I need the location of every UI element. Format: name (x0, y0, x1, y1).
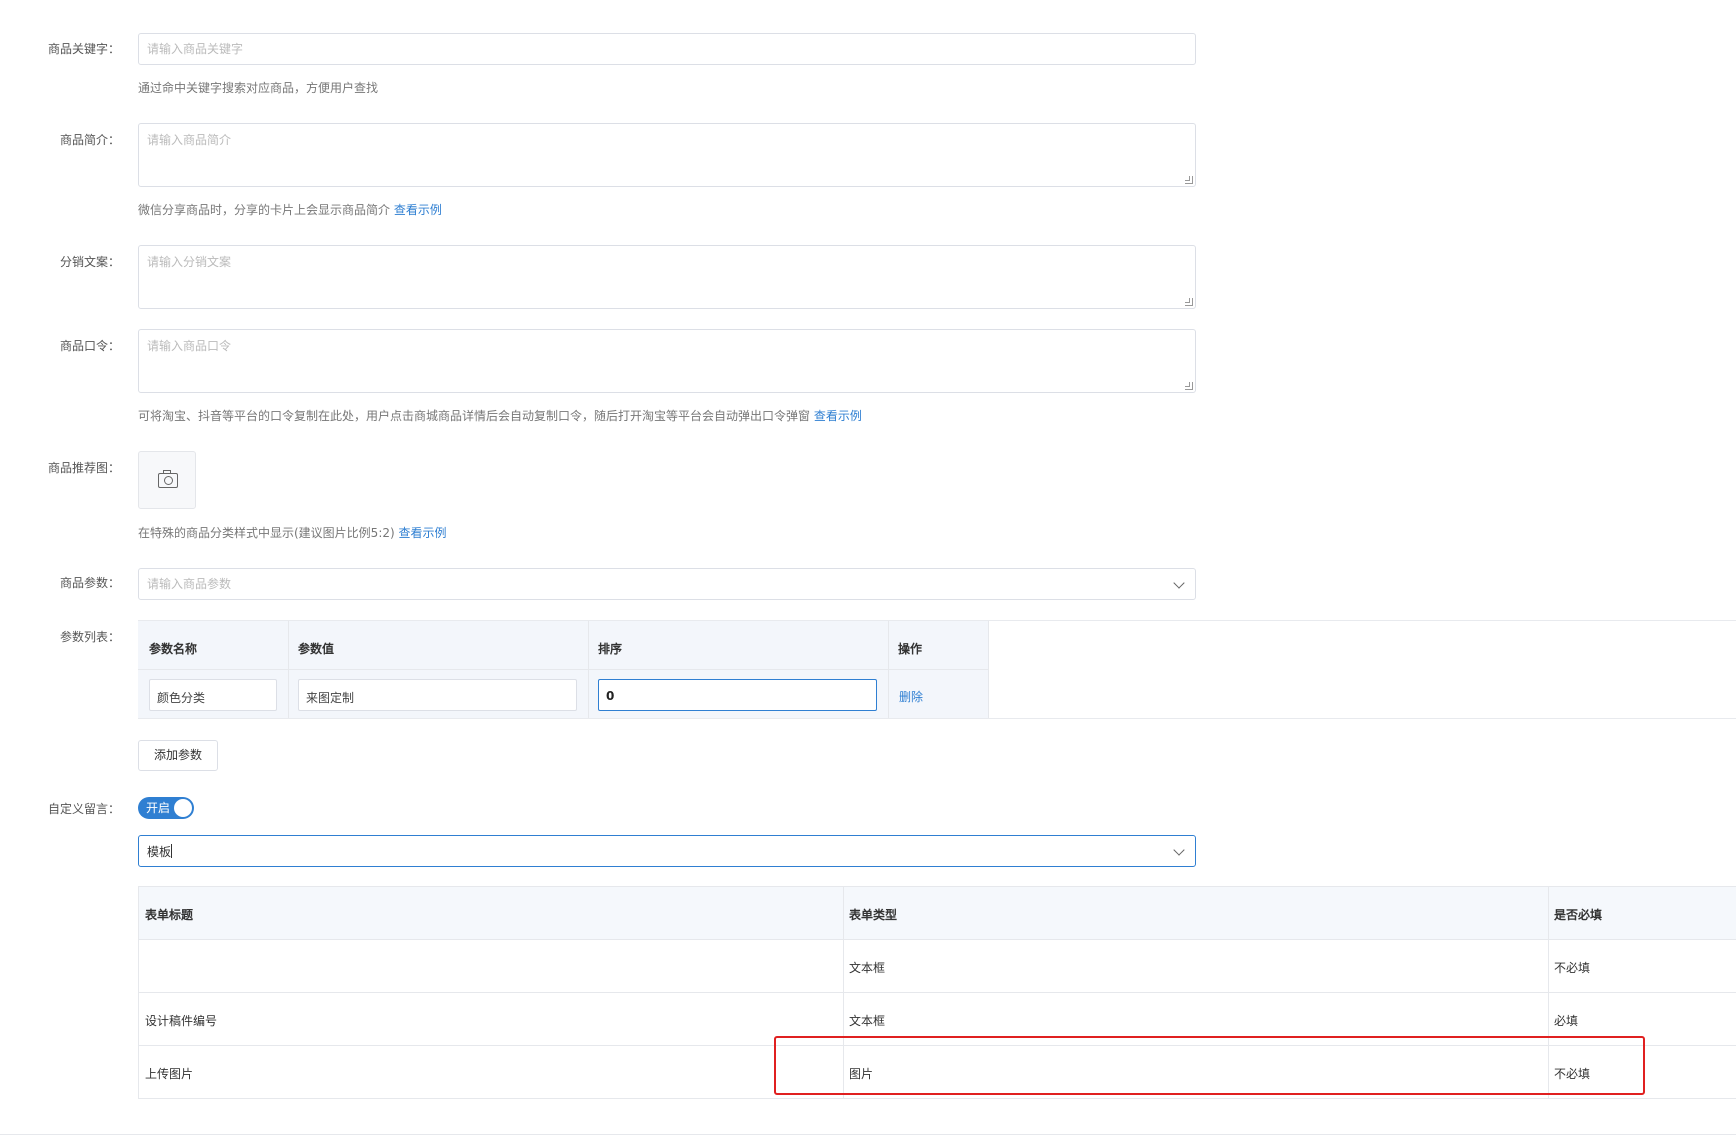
add-param-button[interactable]: 添加参数 (138, 740, 218, 771)
param-header-action: 操作 (898, 642, 923, 656)
param-header-name: 参数名称 (149, 642, 198, 656)
delete-param-link[interactable]: 删除 (899, 688, 923, 705)
intro-help-text: 微信分享商品时，分享的卡片上会显示商品简介 (138, 203, 391, 217)
form-row-required: 必填 (1554, 1014, 1579, 1028)
param-sort-input[interactable]: 0 (598, 679, 877, 711)
resize-handle-icon[interactable] (1185, 176, 1193, 184)
param-header-sort: 排序 (598, 642, 623, 656)
params-label: 商品参数： (59, 576, 120, 590)
param-name-input[interactable]: 颜色分类 (149, 679, 277, 711)
row-divider (138, 669, 988, 670)
intro-help: 微信分享商品时，分享的卡片上会显示商品简介 查看示例 (138, 201, 442, 218)
text-cursor (171, 844, 173, 858)
distribution-textarea[interactable]: 请输入分销文案 (138, 245, 1196, 309)
params-select[interactable]: 请输入商品参数 (138, 568, 1196, 600)
form-row-required: 不必填 (1554, 961, 1591, 975)
intro-textarea[interactable]: 请输入商品简介 (138, 123, 1196, 187)
intro-label: 商品简介： (59, 133, 120, 147)
form-table-header: 表单标题 表单类型 是否必填 (139, 886, 1736, 940)
chevron-down-icon (1173, 577, 1185, 589)
recommend-image-label: 商品推荐图： (47, 461, 120, 475)
param-list-label: 参数列表： (59, 630, 120, 644)
recommend-image-example-link[interactable]: 查看示例 (399, 526, 447, 540)
highlight-annotation (774, 1036, 1645, 1095)
column-divider (988, 621, 989, 718)
chevron-down-icon (1173, 844, 1185, 856)
form-row-type: 文本框 (849, 961, 886, 975)
keyword-label: 商品关键字： (47, 42, 120, 56)
password-textarea[interactable]: 请输入商品口令 (138, 329, 1196, 393)
param-table: 参数名称 参数值 排序 操作 颜色分类 来图定制 0 删除 (138, 620, 1736, 719)
form-header-required: 是否必填 (1554, 908, 1603, 922)
template-value: 模板 (147, 845, 172, 859)
param-value-input[interactable]: 来图定制 (298, 679, 577, 711)
keyword-input[interactable]: 请输入商品关键字 (138, 33, 1196, 65)
form-header-title: 表单标题 (145, 908, 194, 922)
distribution-placeholder: 请输入分销文案 (147, 255, 232, 269)
password-help: 可将淘宝、抖音等平台的口令复制在此处，用户点击商城商品详情后会自动复制口令，随后… (138, 407, 862, 424)
keyword-help: 通过命中关键字搜索对应商品，方便用户查找 (138, 81, 379, 95)
custom-message-toggle[interactable]: 开启 (138, 797, 194, 819)
table-row: 文本框 不必填 (139, 940, 1736, 993)
distribution-label: 分销文案： (59, 255, 120, 269)
form-row-type: 文本框 (849, 1014, 886, 1028)
toggle-knob (174, 799, 192, 817)
recommend-image-help-text: 在特殊的商品分类样式中显示(建议图片比例5:2) (138, 526, 395, 540)
param-header-value: 参数值 (298, 642, 335, 656)
params-placeholder: 请输入商品参数 (147, 577, 232, 591)
page-bottom-divider (0, 1134, 1736, 1135)
password-example-link[interactable]: 查看示例 (814, 409, 862, 423)
toggle-text: 开启 (146, 801, 171, 815)
form-row-title: 上传图片 (145, 1067, 194, 1081)
camera-icon (158, 470, 178, 488)
custom-message-label: 自定义留言： (47, 802, 120, 816)
template-select[interactable]: 模板 (138, 835, 1196, 867)
password-help-text: 可将淘宝、抖音等平台的口令复制在此处，用户点击商城商品详情后会自动复制口令，随后… (138, 409, 811, 423)
password-placeholder: 请输入商品口令 (147, 339, 232, 353)
image-upload-button[interactable] (138, 451, 196, 509)
form-row-title: 设计稿件编号 (145, 1014, 218, 1028)
intro-example-link[interactable]: 查看示例 (394, 203, 442, 217)
intro-placeholder: 请输入商品简介 (147, 133, 232, 147)
password-label: 商品口令： (59, 339, 120, 353)
form-header-type: 表单类型 (849, 908, 898, 922)
recommend-image-help: 在特殊的商品分类样式中显示(建议图片比例5:2) 查看示例 (138, 524, 447, 541)
resize-handle-icon[interactable] (1185, 298, 1193, 306)
resize-handle-icon[interactable] (1185, 382, 1193, 390)
